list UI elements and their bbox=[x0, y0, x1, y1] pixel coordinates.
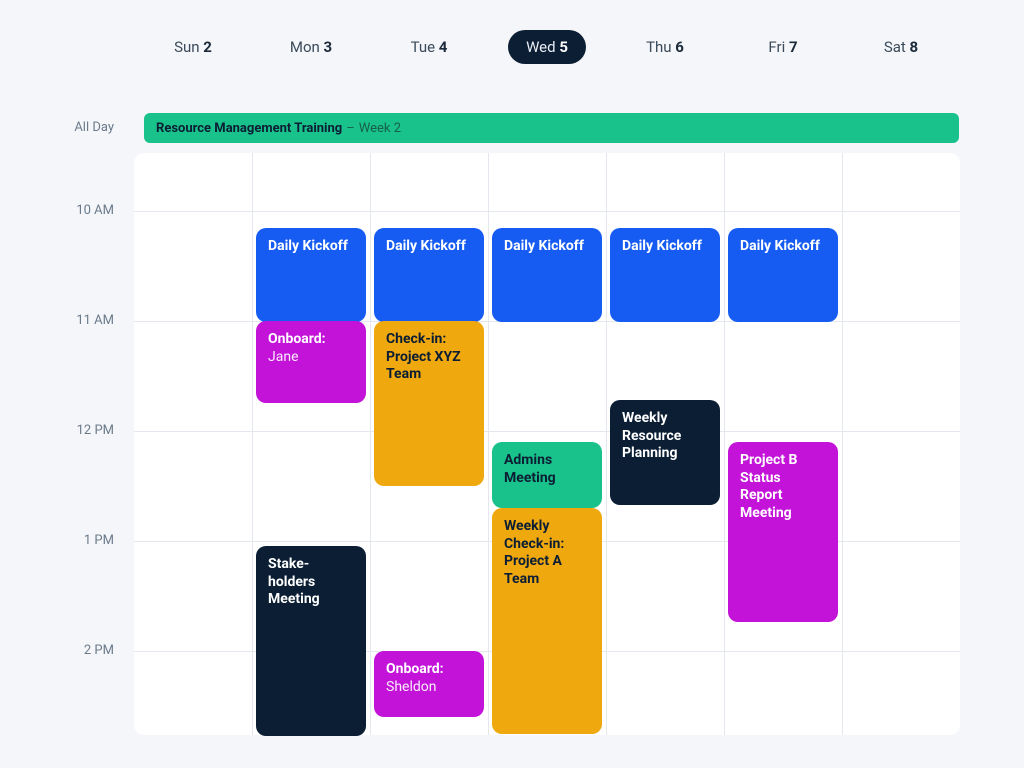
day-header-num: 8 bbox=[910, 38, 919, 56]
event-daily-kickoff-mon[interactable]: Daily Kickoff bbox=[256, 228, 366, 322]
day-header-dow: Wed bbox=[526, 38, 556, 56]
grid-vline bbox=[606, 153, 607, 735]
event-stakeholders-meeting[interactable]: Stake-holders Meeting bbox=[256, 546, 366, 736]
day-header-num: 6 bbox=[675, 38, 684, 56]
time-label-1pm: 1 PM bbox=[4, 533, 114, 548]
event-admins-meeting[interactable]: Admins Meeting bbox=[492, 442, 602, 508]
event-subtitle: Jane bbox=[268, 349, 299, 365]
time-label-11am: 11 AM bbox=[4, 313, 114, 328]
day-header-dow: Fri bbox=[768, 38, 785, 56]
grid-vline bbox=[370, 153, 371, 735]
event-project-b-status-report[interactable]: Project B Status Report Meeting bbox=[728, 442, 838, 622]
day-header-dow: Thu bbox=[646, 38, 671, 56]
day-header-wed[interactable]: Wed 5 bbox=[488, 30, 606, 64]
time-label-12pm: 12 PM bbox=[4, 423, 114, 438]
day-header-mon[interactable]: Mon 3 bbox=[252, 38, 370, 56]
allday-title-sep: – bbox=[346, 121, 355, 136]
event-weekly-checkin-project-a[interactable]: Weekly Check-in: Project A Team bbox=[492, 508, 602, 734]
day-header-dow: Tue bbox=[411, 38, 435, 56]
time-label-all-day: All Day bbox=[4, 120, 114, 135]
allday-title-bold: Resource Management Training bbox=[156, 121, 342, 136]
allday-event-resource-training[interactable]: Resource Management Training – Week 2 bbox=[144, 113, 959, 143]
grid-vline bbox=[488, 153, 489, 735]
day-header-num: 3 bbox=[324, 38, 333, 56]
event-checkin-project-xyz[interactable]: Check-in: Project XYZ Team bbox=[374, 321, 484, 486]
grid-vline bbox=[842, 153, 843, 735]
day-header-dow: Sun bbox=[174, 38, 199, 56]
day-header-sat[interactable]: Sat 8 bbox=[842, 38, 960, 56]
event-daily-kickoff-thu[interactable]: Daily Kickoff bbox=[610, 228, 720, 322]
day-header-sun[interactable]: Sun 2 bbox=[134, 38, 252, 56]
day-header-dow: Sat bbox=[884, 38, 906, 56]
time-label-10am: 10 AM bbox=[4, 203, 114, 218]
grid-hline bbox=[134, 211, 960, 212]
event-daily-kickoff-wed[interactable]: Daily Kickoff bbox=[492, 228, 602, 322]
event-title: Onboard: bbox=[386, 661, 444, 677]
event-weekly-resource-planning[interactable]: Weekly Resource Planning bbox=[610, 400, 720, 505]
event-subtitle: Sheldon bbox=[386, 679, 436, 695]
day-header-num: 5 bbox=[559, 38, 568, 56]
day-header-thu[interactable]: Thu 6 bbox=[606, 38, 724, 56]
event-daily-kickoff-fri[interactable]: Daily Kickoff bbox=[728, 228, 838, 322]
event-onboard-sheldon[interactable]: Onboard: Sheldon bbox=[374, 651, 484, 717]
event-onboard-jane[interactable]: Onboard: Jane bbox=[256, 321, 366, 403]
day-header-fri[interactable]: Fri 7 bbox=[724, 38, 842, 56]
event-daily-kickoff-tue[interactable]: Daily Kickoff bbox=[374, 228, 484, 322]
day-header-selected-pill: Wed 5 bbox=[508, 30, 586, 64]
event-title: Onboard: bbox=[268, 331, 326, 347]
day-header-num: 2 bbox=[203, 38, 212, 56]
time-label-2pm: 2 PM bbox=[4, 643, 114, 658]
grid-vline bbox=[724, 153, 725, 735]
allday-title-rest: Week 2 bbox=[359, 121, 401, 136]
day-header-dow: Mon bbox=[290, 38, 320, 56]
grid-hline bbox=[134, 431, 960, 432]
day-header-num: 4 bbox=[439, 38, 448, 56]
grid-vline bbox=[252, 153, 253, 735]
day-header-tue[interactable]: Tue 4 bbox=[370, 38, 488, 56]
day-header-num: 7 bbox=[789, 38, 798, 56]
